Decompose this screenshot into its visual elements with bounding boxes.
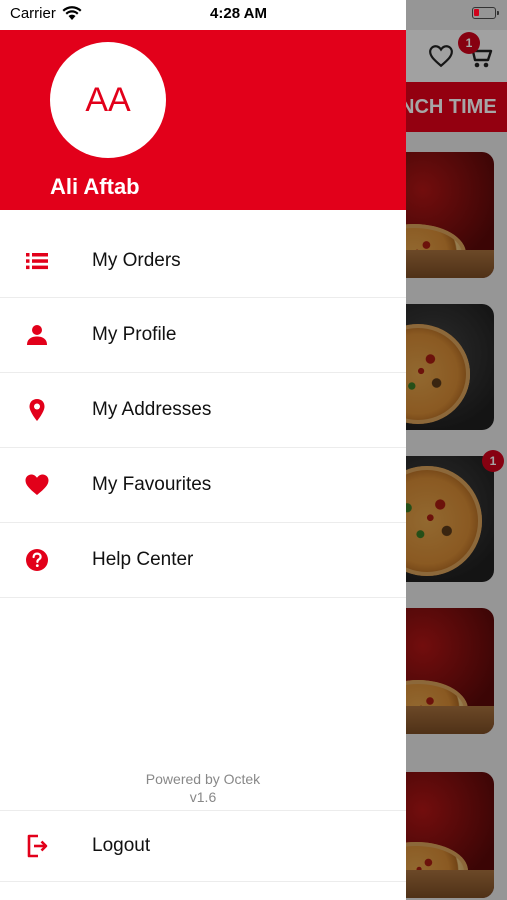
battery-icon (472, 7, 499, 19)
status-bar: Carrier 4:28 AM (0, 0, 507, 30)
drawer-menu: My Orders My Profile My Addresses My Fav… (0, 224, 406, 598)
menu-item-my-orders[interactable]: My Orders (0, 224, 406, 298)
menu-item-label: My Favourites (92, 474, 212, 495)
menu-item-label: My Orders (92, 249, 181, 271)
avatar[interactable]: AA (50, 42, 166, 158)
menu-item-help-center[interactable]: Help Center (0, 523, 406, 598)
logout-label: Logout (92, 835, 151, 856)
navigation-drawer: AA Ali Aftab My Orders My Profile My Add… (0, 0, 406, 900)
logout-button[interactable]: Logout (0, 810, 406, 882)
drawer-header: AA Ali Aftab (0, 30, 406, 210)
menu-item-my-addresses[interactable]: My Addresses (0, 373, 406, 448)
version-text: v1.6 (189, 789, 217, 805)
user-name: Ali Aftab (50, 174, 140, 199)
menu-item-label: Help Center (92, 549, 194, 570)
logout-icon (27, 834, 48, 858)
heart-icon (25, 474, 49, 495)
powered-by-text: Powered by Octek (145, 771, 261, 787)
menu-item-label: My Addresses (92, 399, 212, 420)
powered-by-footer: Powered by Octek v1.6 (0, 770, 406, 806)
person-icon (27, 325, 47, 345)
location-pin-icon (29, 399, 45, 421)
menu-item-my-favourites[interactable]: My Favourites (0, 448, 406, 523)
help-icon (26, 549, 48, 571)
menu-item-my-profile[interactable]: My Profile (0, 298, 406, 373)
list-icon (26, 252, 48, 269)
clock: 4:28 AM (210, 5, 267, 22)
menu-item-label: My Profile (92, 324, 177, 345)
app-screen: 1 NCH TIME 1 Carrier 4:28 AM AA Ali Afta… (0, 0, 507, 900)
